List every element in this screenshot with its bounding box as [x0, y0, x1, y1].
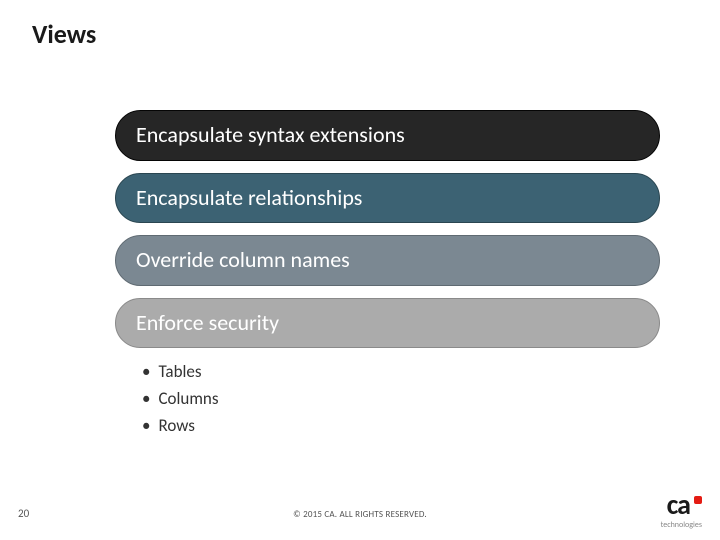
slide: Views Encapsulate syntax extensions Enca… [0, 0, 720, 540]
brand-sub: technologies [661, 520, 702, 530]
pill-list: Encapsulate syntax extensions Encapsulat… [115, 110, 660, 348]
brand-dot-icon [694, 496, 702, 504]
bullet-item: • Rows [142, 412, 219, 439]
pill-label: Enforce security [136, 309, 279, 336]
pill-item: Override column names [115, 235, 660, 286]
page-title: Views [32, 18, 96, 50]
pill-label: Encapsulate relationships [136, 184, 362, 211]
bullet-label: Tables [158, 358, 201, 385]
bullet-list: • Tables • Columns • Rows [142, 358, 219, 440]
bullet-icon: • [142, 385, 150, 412]
brand-name: ca [667, 487, 690, 522]
bullet-item: • Tables [142, 358, 219, 385]
brand-logo: ca technologies [661, 487, 702, 530]
pill-item: Enforce security [115, 298, 660, 349]
bullet-icon: • [142, 358, 150, 385]
pill-item: Encapsulate syntax extensions [115, 110, 660, 161]
pill-label: Override column names [136, 246, 350, 273]
bullet-label: Rows [158, 412, 194, 439]
bullet-label: Columns [158, 385, 218, 412]
brand-main: ca [667, 487, 702, 522]
bullet-item: • Columns [142, 385, 219, 412]
pill-item: Encapsulate relationships [115, 173, 660, 224]
pill-label: Encapsulate syntax extensions [136, 121, 405, 148]
copyright-text: © 2015 CA. ALL RIGHTS RESERVED. [0, 509, 720, 520]
bullet-icon: • [142, 412, 150, 439]
